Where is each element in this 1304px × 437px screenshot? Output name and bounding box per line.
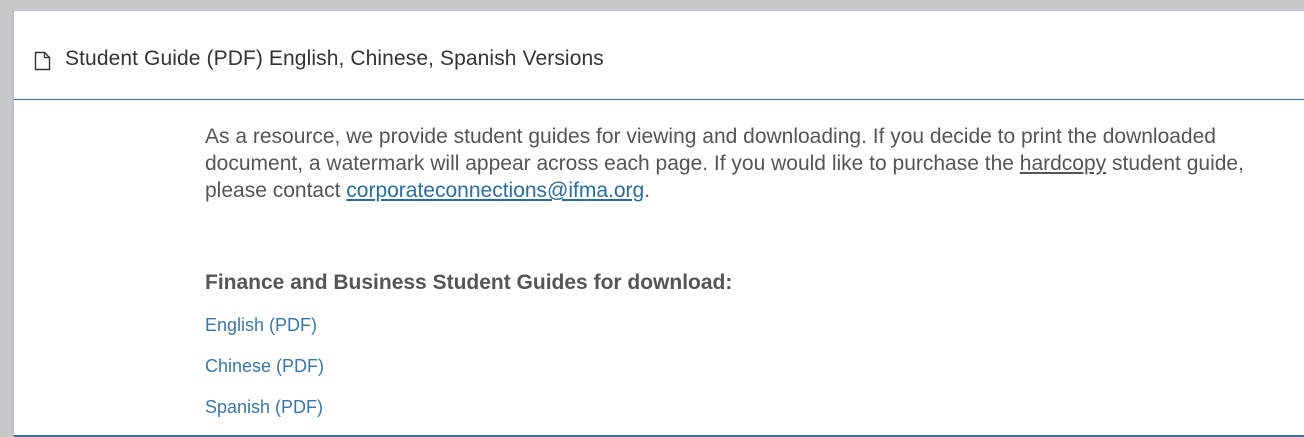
panel-header[interactable]: Student Guide (PDF) English, Chinese, Sp… bbox=[14, 11, 1304, 100]
panel-content: As a resource, we provide student guides… bbox=[205, 123, 1300, 204]
intro-text-after: . bbox=[644, 179, 651, 202]
email-link[interactable]: corporateconnections@ifma.org bbox=[346, 179, 644, 202]
english-pdf-link[interactable]: English (PDF) bbox=[205, 315, 317, 336]
hardcopy-word: hardcopy bbox=[1019, 152, 1107, 175]
intro-paragraph: As a resource, we provide student guides… bbox=[205, 123, 1300, 204]
chinese-pdf-link[interactable]: Chinese (PDF) bbox=[205, 356, 324, 377]
document-icon bbox=[34, 51, 51, 71]
downloads-heading: Finance and Business Student Guides for … bbox=[205, 271, 733, 294]
panel-title: Student Guide (PDF) English, Chinese, Sp… bbox=[65, 47, 604, 70]
student-guide-panel: Student Guide (PDF) English, Chinese, Sp… bbox=[12, 9, 1304, 437]
spanish-pdf-link[interactable]: Spanish (PDF) bbox=[205, 397, 323, 418]
